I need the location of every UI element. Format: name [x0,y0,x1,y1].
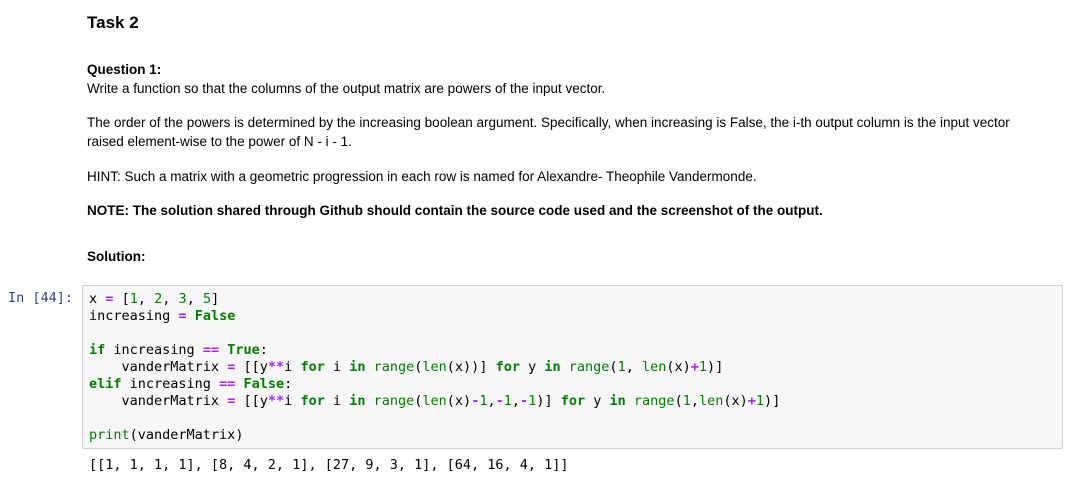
code-line-4: if increasing == True: [89,342,268,358]
code-editor[interactable]: x = [1, 2, 3, 5] increasing = False if i… [89,291,780,444]
code-line-1: x = [1, 2, 3, 5] [89,291,220,307]
input-prompt: In [44]: [8,290,74,306]
code-line-5: vanderMatrix = [[y**i for i in range(len… [121,359,724,375]
solution-label: Solution: [87,249,146,264]
order-paragraph: The order of the powers is determined by… [87,113,1067,151]
note-text: NOTE: The solution shared through Github… [87,203,823,218]
hint-paragraph: HINT: Such a matrix with a geometric pro… [87,167,1067,186]
cell-output: [[1, 1, 1, 1], [8, 4, 2, 1], [27, 9, 3, … [89,457,569,473]
question-block: Question 1: Write a function so that the… [87,60,1067,98]
code-line-2: increasing = False [89,308,236,324]
order-text-line1: The order of the powers is determined by… [87,115,1010,130]
solution-paragraph: Solution: [87,247,1067,266]
order-text-line2: raised element-wise to the power of N - … [87,134,352,149]
note-paragraph: NOTE: The solution shared through Github… [87,201,1067,220]
task-heading: Task 2 [87,13,139,32]
hint-text: HINT: Such a matrix with a geometric pro… [87,169,757,184]
code-line-7: vanderMatrix = [[y**i for i in range(len… [121,393,781,409]
question-text: Write a function so that the columns of … [87,81,606,96]
question-label: Question 1: [87,62,162,77]
code-line-9: print(vanderMatrix) [89,427,244,443]
code-line-6: elif increasing == False: [89,376,293,392]
code-cell[interactable]: x = [1, 2, 3, 5] increasing = False if i… [82,285,1063,449]
